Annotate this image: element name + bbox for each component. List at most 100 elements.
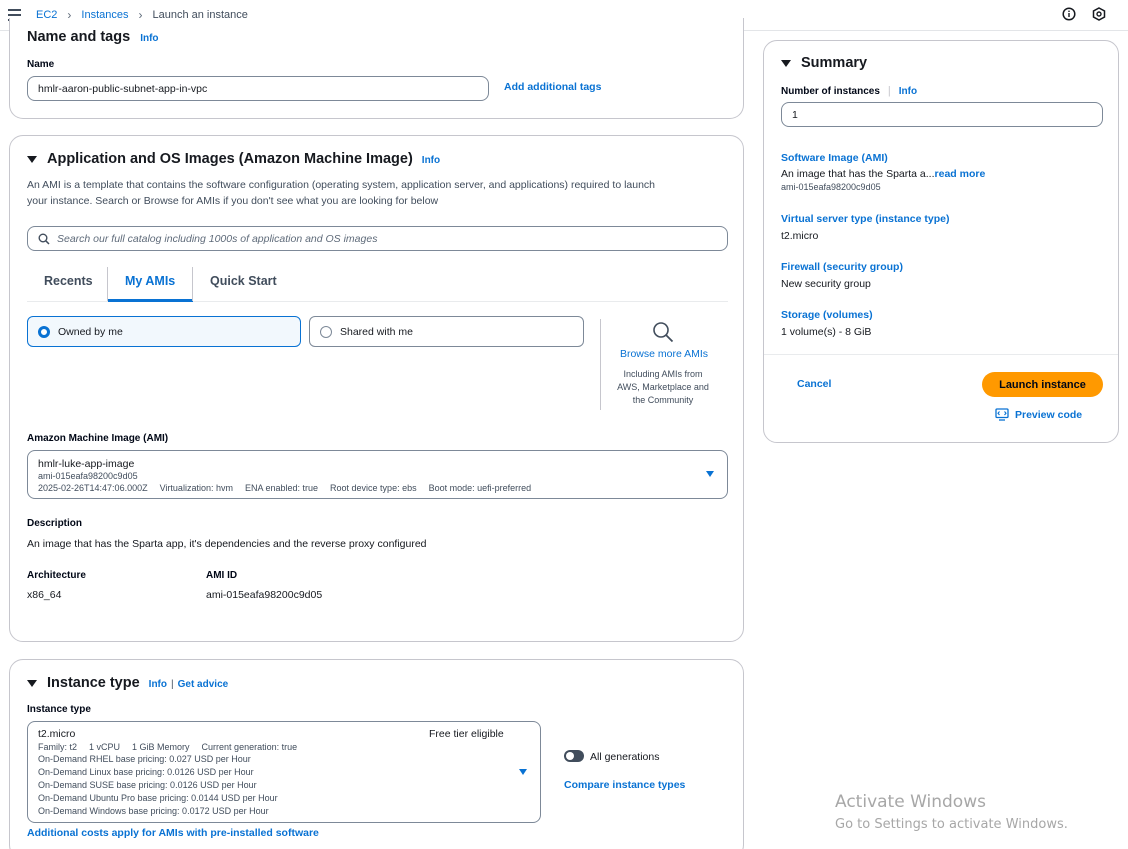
ami-search-input[interactable]: Search our full catalog including 1000s … xyxy=(27,226,728,251)
shared-with-me-label: Shared with me xyxy=(340,325,413,338)
preview-code-link[interactable]: Preview code xyxy=(1015,409,1082,421)
search-icon[interactable] xyxy=(652,321,674,343)
tab-quick-start[interactable]: Quick Start xyxy=(210,274,277,288)
tab-my-amis[interactable]: My AMIs xyxy=(125,274,175,288)
pricing-ubuntu-pro: On-Demand Ubuntu Pro base pricing: 0.014… xyxy=(38,793,278,803)
summary-divider xyxy=(764,354,1118,355)
pipe-separator: | xyxy=(171,679,174,690)
all-generations-toggle[interactable] xyxy=(564,750,584,762)
instance-family: Family: t2 xyxy=(38,742,78,752)
get-advice-link[interactable]: Get advice xyxy=(178,679,229,690)
code-preview-icon[interactable] xyxy=(995,408,1009,421)
name-and-tags-panel: Name and tags Info Name hmlr-aaron-publi… xyxy=(9,18,744,119)
settings-hexagon-icon[interactable] xyxy=(1092,7,1106,21)
pricing-linux: On-Demand Linux base pricing: 0.0126 USD… xyxy=(38,767,254,777)
architecture-label: Architecture xyxy=(27,570,86,581)
collapse-caret-icon[interactable] xyxy=(781,59,791,67)
ami-meta-ena: ENA enabled: true xyxy=(244,483,319,493)
all-generations-label: All generations xyxy=(590,751,660,763)
ami-select-meta: 2025-02-26T14:47:06.000Z Virtualization:… xyxy=(38,483,531,493)
ami-meta-boot-mode: Boot mode: uefi-preferred xyxy=(428,483,532,493)
pipe-separator: | xyxy=(887,85,891,97)
number-of-instances-value: 1 xyxy=(792,108,798,121)
info-link[interactable]: Info xyxy=(140,33,158,44)
firewall-value: New security group xyxy=(781,278,871,290)
radio-selected[interactable] xyxy=(38,325,50,338)
summary-panel: Summary Number of instances | Info 1 Sof… xyxy=(763,40,1119,443)
ami-id-label: AMI ID xyxy=(206,570,238,581)
tab-separator xyxy=(107,267,108,301)
browse-more-amis-link[interactable]: Browse more AMIs xyxy=(615,348,713,360)
activate-windows-title: Activate Windows xyxy=(835,792,986,812)
ami-select-label: Amazon Machine Image (AMI) xyxy=(27,433,169,444)
architecture-value: x86_64 xyxy=(27,589,62,601)
ami-description-line1: An AMI is a template that contains the s… xyxy=(27,179,656,191)
ami-search-placeholder: Search our full catalog including 1000s … xyxy=(57,232,378,245)
ami-panel: Application and OS Images (Amazon Machin… xyxy=(9,135,744,642)
additional-costs-link[interactable]: Additional costs apply for AMIs with pre… xyxy=(27,827,319,839)
number-of-instances-label: Number of instances xyxy=(781,85,880,97)
compare-instance-types-link[interactable]: Compare instance types xyxy=(564,779,685,791)
ami-description-line2: your instance. Search or Browse for AMIs… xyxy=(27,195,439,207)
pricing-suse: On-Demand SUSE base pricing: 0.0126 USD … xyxy=(38,780,257,790)
software-image-value: An image that has the Sparta a... xyxy=(781,168,935,180)
storage-link[interactable]: Storage (volumes) xyxy=(781,309,873,321)
name-label: Name xyxy=(27,59,55,70)
description-value: An image that has the Sparta app, it's d… xyxy=(27,538,427,550)
collapse-caret-icon[interactable] xyxy=(27,155,37,163)
browse-sub-line1: Including AMIs from xyxy=(623,369,703,379)
virtual-server-type-link[interactable]: Virtual server type (instance type) xyxy=(781,213,949,225)
owned-by-me-label: Owned by me xyxy=(58,325,123,338)
pricing-windows: On-Demand Windows base pricing: 0.0172 U… xyxy=(38,806,269,816)
ami-meta-root-device: Root device type: ebs xyxy=(330,483,417,493)
ami-meta-date: 2025-02-26T14:47:06.000Z xyxy=(38,483,148,493)
tab-recents[interactable]: Recents xyxy=(44,274,93,288)
ami-select[interactable]: hmlr-luke-app-image ami-015eafa98200c9d0… xyxy=(27,450,728,499)
dropdown-caret-icon[interactable] xyxy=(519,769,527,775)
info-link[interactable]: Info xyxy=(899,86,917,97)
instance-type-select[interactable]: t2.micro Free tier eligible Family: t2 1… xyxy=(27,721,541,823)
browse-sub-line3: the Community xyxy=(632,395,694,405)
name-input-value: hmlr-aaron-public-subnet-app-in-vpc xyxy=(38,82,208,95)
instance-type-title: Instance type xyxy=(47,675,140,691)
cancel-button[interactable]: Cancel xyxy=(797,378,831,390)
ami-select-name: hmlr-luke-app-image xyxy=(38,458,135,470)
instance-generation: Current generation: true xyxy=(201,742,298,752)
ami-meta-virtualization: Virtualization: hvm xyxy=(159,483,233,493)
search-icon xyxy=(38,233,50,245)
dropdown-caret-icon[interactable] xyxy=(706,471,714,477)
name-input[interactable]: hmlr-aaron-public-subnet-app-in-vpc xyxy=(27,76,489,101)
free-tier-badge: Free tier eligible xyxy=(429,728,504,740)
ami-select-id: ami-015eafa98200c9d05 xyxy=(38,471,138,481)
pricing-rhel: On-Demand RHEL base pricing: 0.027 USD p… xyxy=(38,754,251,764)
active-tab-indicator xyxy=(108,299,193,302)
number-of-instances-input[interactable]: 1 xyxy=(781,102,1103,127)
info-link[interactable]: Info xyxy=(422,155,440,166)
name-and-tags-title: Name and tags xyxy=(27,29,131,45)
read-more-link[interactable]: read more xyxy=(935,168,986,180)
ami-id-value: ami-015eafa98200c9d05 xyxy=(206,589,323,601)
description-label: Description xyxy=(27,518,83,529)
software-image-link[interactable]: Software Image (AMI) xyxy=(781,152,888,164)
instance-type-panel: Instance type Info | Get advice Instance… xyxy=(9,659,744,849)
browse-sub-line2: AWS, Marketplace and xyxy=(617,382,709,392)
vertical-divider xyxy=(600,319,601,410)
storage-value: 1 volume(s) - 8 GiB xyxy=(781,326,872,338)
info-circle-icon[interactable] xyxy=(1062,7,1076,21)
instance-vcpu: 1 vCPU xyxy=(89,742,121,752)
software-image-id: ami-015eafa98200c9d05 xyxy=(781,182,881,192)
instance-family-line: Family: t2 1 vCPU 1 GiB Memory Current g… xyxy=(38,742,297,752)
radio-unselected[interactable] xyxy=(320,325,332,338)
activate-windows-subtitle: Go to Settings to activate Windows. xyxy=(835,817,1068,832)
virtual-server-type-value: t2.micro xyxy=(781,230,819,242)
firewall-link[interactable]: Firewall (security group) xyxy=(781,261,903,273)
info-link[interactable]: Info xyxy=(149,679,167,690)
instance-type-label: Instance type xyxy=(27,704,91,715)
shared-with-me-option[interactable]: Shared with me xyxy=(309,316,584,347)
add-additional-tags-link[interactable]: Add additional tags xyxy=(504,81,601,93)
instance-type-selected: t2.micro xyxy=(38,728,76,740)
summary-title: Summary xyxy=(801,55,868,71)
launch-instance-button[interactable]: Launch instance xyxy=(982,372,1103,397)
collapse-caret-icon[interactable] xyxy=(27,679,37,687)
owned-by-me-option[interactable]: Owned by me xyxy=(27,316,301,347)
